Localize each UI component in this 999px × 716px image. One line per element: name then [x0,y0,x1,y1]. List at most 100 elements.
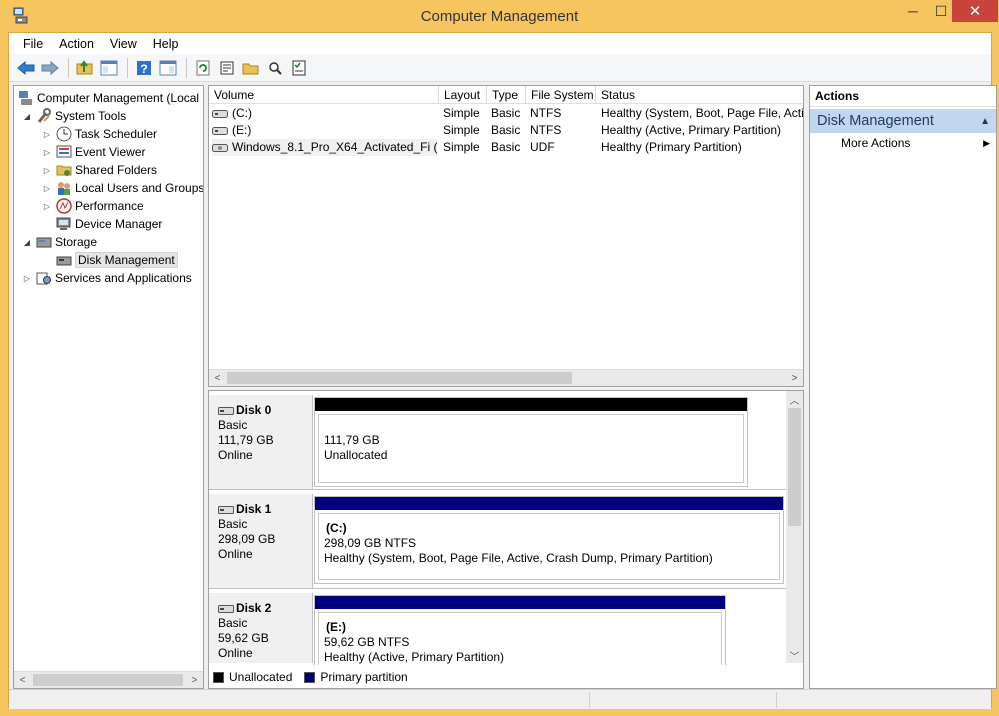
scrollbar-thumb[interactable] [227,372,572,384]
drive-icon [212,126,228,135]
disk-info[interactable]: Disk 2 Basic 59,62 GB Online [209,593,313,663]
console-tree-icon [100,60,118,75]
tree-item-system-tools[interactable]: ◢ System Tools [22,107,126,125]
actions-section-disk-management[interactable]: Disk Management ▲ [810,109,996,133]
tree-item-disk-management[interactable]: Disk Management [56,251,178,269]
more-actions-item[interactable]: More Actions ▶ [810,133,996,153]
open-button[interactable] [240,57,262,79]
client-area: File Action View Help ? Computer Managem… [8,32,997,709]
help-button[interactable]: ? [133,57,155,79]
status-segment [776,692,777,708]
volume-row[interactable]: (C:) Simple Basic NTFS Healthy (System, … [209,105,803,122]
tree-horizontal-scrollbar[interactable]: < > [14,671,203,688]
partition-c[interactable]: (C:) 298,09 GB NTFS Healthy (System, Boo… [314,496,784,584]
scroll-left-icon[interactable]: < [209,370,226,386]
event-viewer-icon [56,145,72,158]
back-button[interactable] [15,57,37,79]
action-pane-icon [159,60,177,75]
disk-info[interactable]: Disk 1 Basic 298,09 GB Online [209,494,313,588]
partition-unallocated[interactable]: 111,79 GB Unallocated [314,397,748,487]
up-folder-button[interactable] [74,57,96,79]
tree-label: Storage [55,235,98,249]
title-bar[interactable]: Computer Management ─ ☐ ✕ [0,0,999,32]
column-status[interactable]: Status [596,86,803,104]
tree-item-storage[interactable]: ◢ Storage [22,233,97,251]
tree-item-root[interactable]: Computer Management (Local [18,89,199,107]
tree-item-event-viewer[interactable]: ▷ Event Viewer [42,143,146,161]
legend-swatch-primary [304,671,316,683]
column-volume[interactable]: Volume [209,86,439,104]
volume-layout: Simple [443,123,480,137]
volume-row[interactable]: (E:) Simple Basic NTFS Healthy (Active, … [209,122,803,139]
menu-file[interactable]: File [15,34,51,54]
search-button[interactable] [264,57,286,79]
menu-view[interactable]: View [102,34,145,54]
forward-button[interactable] [39,57,61,79]
menu-action[interactable]: Action [51,34,102,54]
dvd-drive-icon [212,143,228,152]
scroll-right-icon[interactable]: > [186,672,203,688]
scrollbar-thumb[interactable] [33,674,183,686]
legend-label: Primary partition [320,670,408,684]
volume-layout: Simple [443,140,480,154]
tree-item-shared-folders[interactable]: ▷ Shared Folders [42,161,157,179]
properties-button[interactable] [216,57,238,79]
disk-row: Disk 2 Basic 59,62 GB Online (E:) 59,62 … [209,593,787,684]
scroll-left-icon[interactable]: < [14,672,31,688]
disk-info[interactable]: Disk 0 Basic 111,79 GB Online [209,395,313,489]
tree-label: Local Users and Groups [75,181,204,195]
column-file-system[interactable]: File System [526,86,596,104]
actions-section-label: Disk Management [817,113,934,129]
tree-label: Task Scheduler [75,127,158,141]
refresh-button[interactable] [192,57,214,79]
partition-description: Unallocated [324,448,388,462]
minimize-button[interactable]: ─ [896,0,930,22]
checklist-button[interactable] [288,57,310,79]
menu-help[interactable]: Help [145,34,187,54]
expand-arrow-icon[interactable]: ▷ [42,130,52,139]
partition-size: 59,62 GB NTFS [324,635,410,649]
tree-item-device-manager[interactable]: Device Manager [56,215,162,233]
tree-item-performance[interactable]: ▷ Performance [42,197,144,215]
refresh-icon [196,60,210,75]
column-layout[interactable]: Layout [439,86,487,104]
collapse-arrow-icon[interactable]: ◢ [22,112,32,121]
computer-management-icon [19,91,32,105]
volume-type: Basic [491,106,521,120]
disk-vertical-scrollbar[interactable]: ︿ ﹀ [786,391,803,663]
disk-row: Disk 0 Basic 111,79 GB Online 111,79 GB … [209,395,787,490]
tree-item-task-scheduler[interactable]: ▷ Task Scheduler [42,125,157,143]
scroll-right-icon[interactable]: > [786,370,803,386]
maximize-button[interactable]: ☐ [930,0,952,22]
open-folder-icon [242,63,259,74]
collapse-arrow-icon[interactable]: ◢ [22,238,32,247]
disk-type: Basic [218,418,248,432]
expand-arrow-icon[interactable]: ▷ [42,184,52,193]
tree-label: Services and Applications [55,271,192,285]
partition-e[interactable]: (E:) 59,62 GB NTFS Healthy (Active, Prim… [314,595,726,684]
expand-arrow-icon[interactable]: ▷ [42,202,52,211]
shared-folder-icon [56,165,72,176]
properties-icon [220,61,234,74]
back-arrow-icon [17,60,35,75]
actions-pane: Actions Disk Management ▲ More Actions ▶ [809,85,997,689]
partition-details: 111,79 GB Unallocated [318,414,744,483]
scroll-down-icon[interactable]: ﹀ [786,647,803,663]
volume-fs: NTFS [530,106,562,120]
tree-item-local-users[interactable]: ▷ Local Users and Groups [42,179,204,197]
volume-list: Volume Layout Type File System Status (C… [208,85,804,387]
column-type[interactable]: Type [487,86,526,104]
volume-fs: NTFS [530,123,562,137]
show-action-pane-button[interactable] [157,57,179,79]
tree-item-services[interactable]: ▷ Services and Applications [22,269,192,287]
scroll-up-icon[interactable]: ︿ [786,391,803,407]
collapse-up-icon[interactable]: ▲ [980,116,990,127]
close-button[interactable]: ✕ [952,0,998,22]
expand-arrow-icon[interactable]: ▷ [42,166,52,175]
expand-arrow-icon[interactable]: ▷ [22,274,32,283]
scrollbar-thumb[interactable] [788,408,801,526]
volume-horizontal-scrollbar[interactable]: < > [209,369,803,386]
show-hide-tree-button[interactable] [98,57,120,79]
volume-row[interactable]: Windows_8.1_Pro_X64_Activated_Fi (F:) Si… [209,139,803,156]
expand-arrow-icon[interactable]: ▷ [42,148,52,157]
